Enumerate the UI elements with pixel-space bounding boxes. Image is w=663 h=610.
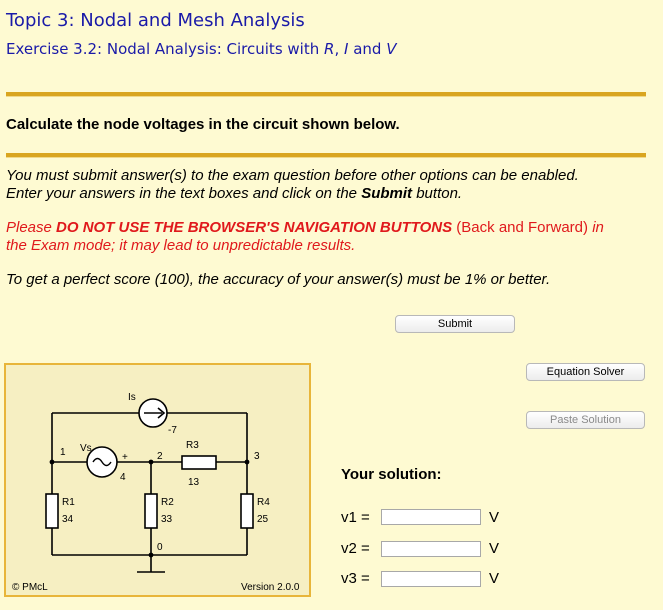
resistor-r3-icon (181, 455, 217, 470)
label-node-3: 3 (254, 451, 260, 462)
node-dot-1 (49, 459, 55, 465)
score-note: To get a perfect score (100), the accura… (6, 271, 551, 288)
label-r2-value: 33 (161, 514, 173, 525)
warning-line1-end: in (592, 219, 604, 236)
label-vs: Vs (80, 443, 92, 454)
label-node-1: 1 (60, 447, 66, 458)
exercise-title: Exercise 3.2: Nodal Analysis: Circuits w… (6, 40, 396, 58)
resistor-r4-icon (240, 493, 254, 529)
label-r2: R2 (161, 497, 174, 508)
version-label: Version 2.0.0 (241, 582, 300, 593)
label-r3-value: 13 (188, 477, 200, 488)
label-is-value: -7 (168, 425, 177, 436)
submit-button[interactable]: Submit (395, 315, 515, 333)
answer-v1-input[interactable] (381, 509, 481, 525)
label-r4: R4 (257, 497, 270, 508)
answer-v2-unit: V (489, 540, 500, 557)
label-is: Is (128, 392, 136, 403)
warning-bold: DO NOT USE THE BROWSER'S NAVIGATION BUTT… (56, 219, 453, 236)
equation-solver-button[interactable]: Equation Solver (526, 363, 645, 381)
answer-v2-label: v2 = (341, 540, 370, 557)
answer-v3-input[interactable] (381, 571, 481, 587)
warning-pre: Please (6, 219, 57, 236)
node-dot-2 (148, 459, 154, 465)
copyright-label: © PMcL (12, 582, 48, 593)
warning-line-2: the Exam mode; it may lead to unpredicta… (6, 237, 356, 254)
exercise-r: R (324, 40, 335, 58)
current-source-icon (138, 398, 168, 428)
node-dot-3 (244, 459, 250, 465)
solution-heading: Your solution: (341, 466, 442, 483)
answer-v2-input[interactable] (381, 541, 481, 557)
exercise-v: V (386, 40, 397, 58)
instructions: You must submit answer(s) to the exam qu… (6, 167, 579, 203)
exercise-and: and (348, 40, 387, 58)
divider-top (6, 92, 646, 97)
instruction-line-2-pre: Enter your answers in the text boxes and… (6, 185, 362, 202)
answer-v1-unit: V (489, 509, 500, 526)
divider-bottom (6, 153, 646, 158)
label-plus: + (122, 452, 128, 463)
instruction-line-2-post: button. (412, 185, 463, 202)
topic-title: Topic 3: Nodal and Mesh Analysis (6, 10, 305, 31)
exercise-prefix: Exercise 3.2: Nodal Analysis: Circuits w… (6, 40, 324, 58)
warning-mid: (Back and Forward) (452, 219, 593, 236)
exercise-comma: , (334, 40, 344, 58)
warning-line-1: Please DO NOT USE THE BROWSER'S NAVIGATI… (6, 219, 604, 237)
label-r1-value: 34 (62, 514, 74, 525)
answer-v3-label: v3 = (341, 570, 370, 587)
answer-v3-unit: V (489, 570, 500, 587)
circuit-schematic: Is -7 Vs + R3 13 R1 34 R2 33 R4 25 1 2 3… (12, 392, 300, 593)
instruction-line-1: You must submit answer(s) to the exam qu… (6, 167, 579, 184)
navigation-warning: Please DO NOT USE THE BROWSER'S NAVIGATI… (6, 219, 604, 255)
label-r3: R3 (186, 440, 199, 451)
node-dot-0 (148, 552, 154, 558)
resistor-r1-icon (45, 493, 59, 529)
label-r1: R1 (62, 497, 75, 508)
instruction-line-2: Enter your answers in the text boxes and… (6, 185, 579, 203)
label-node-4: 4 (120, 472, 126, 483)
answer-v1-label: v1 = (341, 509, 370, 526)
label-r4-value: 25 (257, 514, 269, 525)
paste-solution-button[interactable]: Paste Solution (526, 411, 645, 429)
resistor-r2-icon (144, 493, 158, 529)
question-text: Calculate the node voltages in the circu… (6, 116, 400, 133)
circuit-diagram: Is -7 Vs + R3 13 R1 34 R2 33 R4 25 1 2 3… (4, 363, 311, 597)
label-node-2: 2 (157, 451, 163, 462)
instruction-submit-word: Submit (361, 185, 413, 202)
label-node-0: 0 (157, 542, 163, 553)
